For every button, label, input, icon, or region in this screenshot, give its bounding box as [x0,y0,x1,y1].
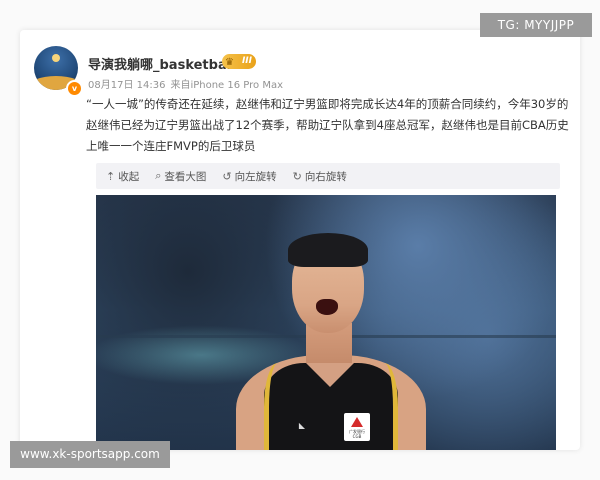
source-prefix: 来自 [170,80,191,91]
jersey-sponsor-patch: 广发银行 CGB [344,413,370,441]
username-link[interactable]: 导演我躺哪_basketball [88,54,236,73]
rotate-right-label: 向右旋转 [304,170,347,183]
sponsor-logo-icon [351,417,363,427]
rotate-left-icon: ↺ [222,169,232,183]
vip-badge[interactable]: ♛ III [222,54,256,69]
crown-icon: ♛ [225,57,234,68]
image-toolbar: ⇡ 收起 ⌕ 查看大图 ↺ 向左旋转 ↻ 向右旋转 [96,163,560,189]
view-large-label: 查看大图 [164,170,207,183]
magnifier-icon: ⌕ [155,169,162,182]
jersey-collar [306,363,354,387]
weibo-post-card: v 导演我躺哪_basketball ♛ III 08月17日 14:36 来自i… [20,30,580,450]
collapse-label: 收起 [118,170,140,183]
collapse-arrow-icon: ⇡ [106,169,116,183]
rotate-left-button[interactable]: ↺ 向左旋转 [222,169,276,184]
post-meta: 08月17日 14:36 来自iPhone 16 Pro Max [88,76,288,91]
post-text: “一人一城”的传奇还在延续，赵继伟和辽宁男篮即将完成长达4年的顶薪合同续约，今年… [86,97,569,153]
watermark-telegram: TG: MYYJJPP [480,13,592,37]
verified-badge-icon: v [66,80,83,97]
collapse-button[interactable]: ⇡ 收起 [106,169,139,184]
jersey-trim-left [264,363,298,450]
rotate-left-label: 向左旋转 [234,170,277,183]
vip-level: III [241,56,252,66]
post-photo[interactable]: ◣ 广发银行 CGB [96,195,556,450]
avatar-light [52,54,60,62]
rotate-right-button[interactable]: ↻ 向右旋转 [293,169,347,184]
rotate-right-icon: ↻ [292,169,302,183]
player-mouth [316,299,338,315]
jersey-brand-logo-icon: ◣ [298,421,306,430]
post-date[interactable]: 08月17日 14:36 [88,80,165,91]
player-hair [288,233,368,267]
post-device: iPhone 16 Pro Max [190,80,284,91]
sponsor-line-2: CGB [352,434,362,439]
watermark-site: www.xk-sportsapp.com [10,441,170,468]
view-large-button[interactable]: ⌕ 查看大图 [155,169,206,184]
